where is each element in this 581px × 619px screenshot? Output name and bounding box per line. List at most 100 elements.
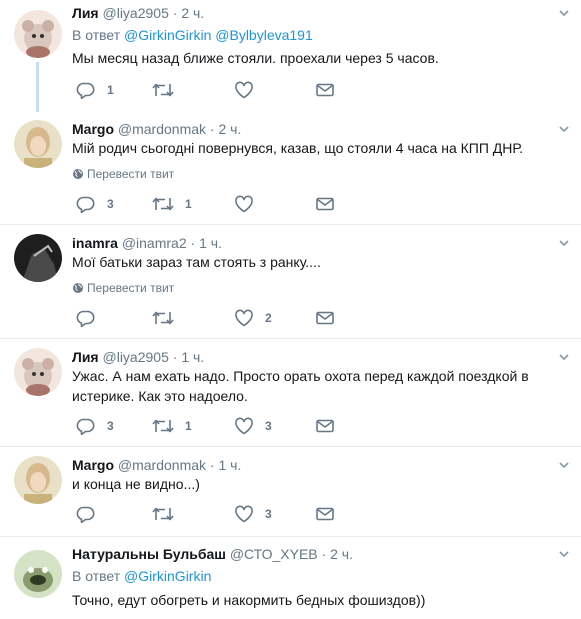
author-name[interactable]: Лия [72,349,99,365]
tweet-text: Мы месяц назад ближе стояли. проехали че… [72,50,439,66]
direct-message-button[interactable] [315,416,335,436]
tweet[interactable]: Margo @mardonmak · 1 ч. и конца не видно… [0,452,581,534]
retweet-button[interactable] [152,504,185,524]
author-name[interactable]: Margo [72,121,114,137]
retweet-count: 1 [185,197,192,211]
reply-count: 1 [107,83,114,97]
translate-link[interactable]: Перевести твит [72,280,174,296]
tweet[interactable]: inamra @inamra2 · 1 ч. Мої батьки зараз … [0,230,581,342]
mention-link[interactable]: @GirkinGirkin [124,27,211,43]
reply-prefix: В ответ [72,568,121,584]
translate-label: Перевести твит [87,167,175,181]
author-handle[interactable]: @liya2905 [103,349,169,365]
tweet[interactable]: Margo @mardonmak · 2 ч. Мій родич сьогод… [0,116,581,228]
like-button[interactable] [234,80,265,100]
chevron-down-icon[interactable] [557,350,571,364]
avatar[interactable] [14,348,62,396]
timestamp[interactable]: 2 ч. [218,121,241,137]
chevron-down-icon[interactable] [557,122,571,136]
avatar[interactable] [14,10,62,58]
author-handle[interactable]: @mardonmak [118,121,206,137]
timestamp[interactable]: 1 ч. [218,457,241,473]
like-button[interactable] [234,194,265,214]
mention-link[interactable]: @Bylbyleva191 [215,27,313,43]
translate-label: Перевести твит [87,281,175,295]
direct-message-button[interactable] [315,308,335,328]
reply-button[interactable]: 3 [76,194,114,214]
direct-message-button[interactable] [315,80,335,100]
retweet-button[interactable]: 1 [152,194,192,214]
reply-to: В ответ @GirkinGirkin [72,567,211,585]
retweet-button[interactable] [152,308,185,328]
avatar[interactable] [14,120,62,168]
divider [0,536,581,537]
translate-link[interactable]: Перевести твит [72,166,174,182]
heart-icon [234,505,254,523]
tweet-header: Лия @liya2905 · 1 ч. [72,348,551,366]
tweet-header: inamra @inamra2 · 1 ч. [72,234,551,252]
author-name[interactable]: Натуральны Бульбаш [72,546,226,562]
timestamp[interactable]: 1 ч. [199,235,222,251]
retweet-icon [152,417,174,435]
separator-dot: · [172,5,178,21]
like-count: 3 [265,419,272,433]
tweet[interactable]: Натуральны Бульбаш @СТО_XYEB · 2 ч. В от… [0,542,581,619]
author-name[interactable]: Лия [72,5,99,21]
reply-count: 3 [107,197,114,211]
reply-icon [76,195,96,213]
like-button[interactable]: 2 [234,308,272,328]
tweet[interactable]: Лия @liya2905 · 1 ч. Ужас. А нам ехать н… [0,344,581,456]
tweet-header: Натуральны Бульбаш @СТО_XYEB · 2 ч. [72,545,551,563]
author-name[interactable]: Margo [72,457,114,473]
reply-to: В ответ @GirkinGirkin @Bylbyleva191 [72,26,313,44]
separator-dot: · [209,457,215,473]
heart-icon [234,195,254,213]
separator-dot: · [209,121,215,137]
action-bar: 1 [72,80,352,100]
chevron-down-icon[interactable] [557,236,571,250]
retweet-icon [152,81,174,99]
divider [0,224,581,225]
author-name[interactable]: inamra [72,235,118,251]
author-handle[interactable]: @mardonmak [118,457,206,473]
retweet-icon [152,309,174,327]
action-bar: 3 1 3 [72,416,352,436]
retweet-button[interactable] [152,80,185,100]
direct-message-button[interactable] [315,504,335,524]
reply-prefix: В ответ [72,27,121,43]
reply-button[interactable] [76,504,107,524]
timestamp[interactable]: 2 ч. [330,546,353,562]
reply-button[interactable]: 3 [76,416,114,436]
action-bar: 3 [72,504,352,524]
timestamp[interactable]: 1 ч. [181,349,204,365]
direct-message-button[interactable] [315,194,335,214]
reply-icon [76,505,96,523]
reply-button[interactable]: 1 [76,80,114,100]
retweet-icon [152,195,174,213]
chevron-down-icon[interactable] [557,547,571,561]
chevron-down-icon[interactable] [557,458,571,472]
reply-icon [76,417,96,435]
retweet-button[interactable]: 1 [152,416,192,436]
divider [0,338,581,339]
mention-link[interactable]: @GirkinGirkin [124,568,211,584]
author-handle[interactable]: @inamra2 [122,235,187,251]
like-button[interactable]: 3 [234,504,272,524]
avatar[interactable] [14,550,62,598]
avatar[interactable] [14,456,62,504]
heart-icon [234,417,254,435]
reply-icon [76,81,96,99]
like-button[interactable]: 3 [234,416,272,436]
separator-dot: · [172,349,178,365]
tweet-header: Лия @liya2905 · 2 ч. [72,4,551,22]
separator-dot: · [190,235,196,251]
tweet[interactable]: Лия @liya2905 · 2 ч. В ответ @GirkinGirk… [0,0,581,112]
author-handle[interactable]: @liya2905 [103,5,169,21]
like-count: 3 [265,507,272,521]
timestamp[interactable]: 2 ч. [181,5,204,21]
reply-button[interactable] [76,308,107,328]
author-handle[interactable]: @СТО_XYEB [230,546,318,562]
envelope-icon [315,505,335,523]
chevron-down-icon[interactable] [557,6,571,20]
avatar[interactable] [14,234,62,282]
